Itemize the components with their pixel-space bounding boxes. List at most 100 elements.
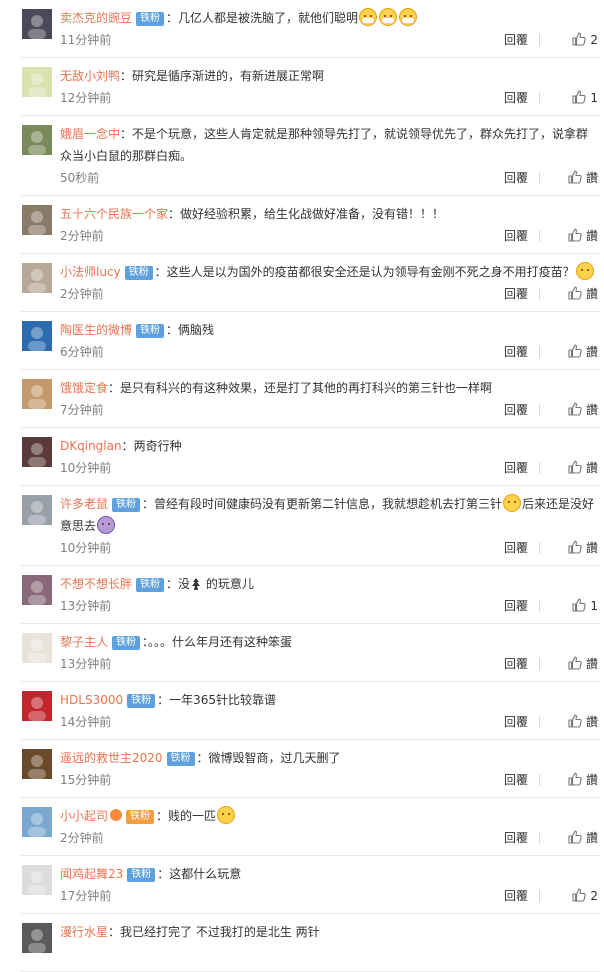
timestamp: 7分钟前 — [60, 403, 104, 417]
reply-button[interactable]: 回覆 — [504, 87, 528, 109]
avatar[interactable] — [22, 321, 52, 351]
fan-badge[interactable]: 铁粉 — [136, 324, 165, 338]
reply-button[interactable]: 回覆 — [504, 769, 528, 791]
like-button[interactable]: 讚 — [564, 167, 598, 189]
comment-meta: 10分钟前 回覆 讚 — [60, 537, 598, 559]
like-button[interactable]: 2 — [564, 29, 598, 51]
like-button[interactable]: 1 — [564, 595, 598, 617]
username-link[interactable]: 无敌小刘鸭 — [60, 69, 120, 83]
reply-button[interactable]: 回覆 — [504, 537, 528, 559]
comment-meta: 13分钟前 回覆 讚 — [60, 653, 598, 675]
like-button[interactable]: 2 — [564, 885, 598, 907]
username-link[interactable]: 漫行水星 — [60, 925, 108, 939]
username-link[interactable]: DKqinglan — [60, 439, 122, 453]
avatar[interactable] — [22, 575, 52, 605]
username-link[interactable]: 闻鸡起舞23 — [60, 867, 123, 881]
thumbs-up-icon — [568, 460, 582, 474]
like-button[interactable]: 讚 — [564, 769, 598, 791]
comment-text-line: 娥眉一念中：不是个玩意，这些人肯定就是那种领导先打了，就说领导优先了，群众先打了… — [60, 123, 598, 167]
reply-button[interactable]: 回覆 — [504, 653, 528, 675]
reply-button[interactable]: 回覆 — [504, 283, 528, 305]
comment-actions: 回覆 讚 — [488, 283, 598, 305]
reply-button[interactable]: 回覆 — [504, 595, 528, 617]
username-link[interactable]: 五十六个民族一个家 — [60, 207, 168, 221]
reply-button[interactable]: 回覆 — [504, 167, 528, 189]
comment-text: ：几亿人都是被洗脑了，就他们聪明 — [166, 11, 359, 25]
like-button[interactable]: 讚 — [564, 711, 598, 733]
like-button[interactable]: 讚 — [564, 341, 598, 363]
thumbs-up-icon — [568, 344, 582, 358]
fan-badge[interactable]: 铁粉 — [136, 578, 165, 592]
reply-button[interactable]: 回覆 — [504, 457, 528, 479]
avatar[interactable] — [22, 379, 52, 409]
divider — [539, 288, 540, 300]
reply-button[interactable]: 回覆 — [504, 341, 528, 363]
like-button[interactable]: 讚 — [564, 827, 598, 849]
reply-button[interactable]: 回覆 — [504, 827, 528, 849]
reply-button[interactable]: 回覆 — [504, 711, 528, 733]
like-count: 讚 — [585, 345, 598, 359]
avatar[interactable] — [22, 807, 52, 837]
username-link[interactable]: 陶医生的微博 — [60, 323, 132, 337]
avatar[interactable] — [22, 923, 52, 953]
avatar[interactable] — [22, 205, 52, 235]
username-link[interactable]: 小小起司 — [60, 809, 108, 823]
divider — [539, 890, 540, 902]
avatar[interactable] — [22, 633, 52, 663]
comment-text-line: 许多老鼠 铁粉 ：曾经有段时间健康码没有更新第二针信息，我就想趁机去打第三针 后来还是… — [60, 493, 598, 537]
fan-badge[interactable]: 铁粉 — [112, 636, 141, 650]
avatar[interactable] — [22, 749, 52, 779]
like-button[interactable]: 讚 — [564, 457, 598, 479]
fan-badge[interactable]: 铁粉 — [124, 266, 153, 280]
like-count: 讚 — [585, 461, 598, 475]
comment-actions: 回覆 讚 — [488, 827, 598, 849]
comment-item: 卖杰克的豌豆 铁粉 ：几亿人都是被洗脑了，就他们聪明 11分钟前 回覆 2 — [20, 0, 600, 58]
divider — [539, 172, 540, 184]
avatar[interactable] — [22, 495, 52, 525]
like-button[interactable]: 讚 — [564, 653, 598, 675]
username-link[interactable]: 黎子主人 — [60, 635, 108, 649]
avatar[interactable] — [22, 865, 52, 895]
comment-text-line: 黎子主人 铁粉 ：。。。什么年月还有这种笨蛋 — [60, 631, 598, 653]
reply-button[interactable]: 回覆 — [504, 399, 528, 421]
fan-badge[interactable]: 铁粉 — [127, 868, 156, 882]
avatar[interactable] — [22, 263, 52, 293]
username-link[interactable]: 卖杰克的豌豆 — [60, 11, 132, 25]
timestamp: 2分钟前 — [60, 831, 104, 845]
like-button[interactable]: 1 — [564, 87, 598, 109]
comment-meta: 6分钟前 回覆 讚 — [60, 341, 598, 363]
fan-badge[interactable]: 铁粉 — [112, 498, 141, 512]
username-link[interactable]: 许多老鼠 — [60, 497, 108, 511]
username-link[interactable]: 遥远的救世主2020 — [60, 751, 163, 765]
avatar[interactable] — [22, 691, 52, 721]
mask-face-emoji-icon — [399, 8, 418, 26]
avatar[interactable] — [22, 437, 52, 467]
reply-button[interactable]: 回覆 — [504, 885, 528, 907]
username-link[interactable]: 饿饿定食 — [60, 381, 108, 395]
like-button[interactable]: 讚 — [564, 399, 598, 421]
username-link[interactable]: 娥眉一念中 — [60, 127, 120, 141]
comment-text: ：这都什么玩意 — [157, 867, 242, 881]
avatar[interactable] — [22, 125, 52, 155]
fan-badge[interactable]: 铁粉 — [127, 694, 156, 708]
like-button[interactable]: 讚 — [564, 283, 598, 305]
username-link[interactable]: 小法师lucy — [60, 265, 121, 279]
comment-text-line: 闻鸡起舞23 铁粉 ：这都什么玩意 — [60, 863, 598, 885]
username-link[interactable]: 不想不想长胖 — [60, 577, 132, 591]
fan-badge[interactable]: 铁粉 — [136, 12, 165, 26]
avatar[interactable] — [22, 9, 52, 39]
comment-item: DKqinglan：两奇行种 10分钟前 回覆 讚 — [20, 428, 600, 486]
username-link[interactable]: HDLS3000 — [60, 693, 123, 707]
avatar[interactable] — [22, 67, 52, 97]
reply-button[interactable]: 回覆 — [504, 29, 528, 51]
comment-text: ：两奇行种 — [121, 439, 182, 453]
like-button[interactable]: 讚 — [564, 225, 598, 247]
comment-text-line: 饿饿定食：是只有科兴的有这种效果，还是打了其他的再打科兴的第三针也一样啊 — [60, 377, 598, 399]
fan-badge[interactable]: 铁粉 — [126, 810, 155, 824]
comment-actions: 回覆 讚 — [488, 399, 598, 421]
comment-text-after: 的玩意儿 — [202, 577, 254, 591]
reply-button[interactable]: 回覆 — [504, 225, 528, 247]
comment-item: 小小起司 铁粉 ：贱的一匹 2分钟前 回覆 讚 — [20, 798, 600, 856]
fan-badge[interactable]: 铁粉 — [166, 752, 195, 766]
like-button[interactable]: 讚 — [564, 537, 598, 559]
